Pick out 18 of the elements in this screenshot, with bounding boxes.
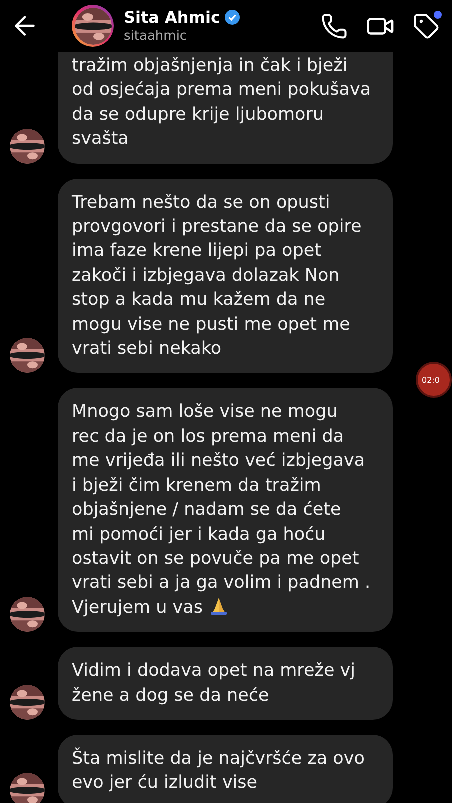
- recorder-badge[interactable]: 02:0: [416, 362, 452, 398]
- avatar: [10, 597, 45, 632]
- message-bubble: Trebam nešto da se on opusti provgovori i prestane da se opire ima faze krene lijepi pa opet zakoči i izbjegava dolazak Non stop a kada mu kažem da ne mogu vise ne pusti me opet me vrati sebi nekako: [58, 178, 393, 374]
- message-bubble: Vidim i dodava opet na mreže vj žene a dog se da neće: [58, 647, 393, 720]
- message-bubble: tražim objašnjenja in čak i bježi od osjećaja prema meni pokušava da se odupre krije ljubomoru svašta: [58, 52, 393, 164]
- avatar: [74, 8, 112, 44]
- tag-icon: [413, 12, 440, 40]
- message-bubble: Mnogo sam loše vise ne mogu rec da je on los prema meni da me vrijeđa ili nešto već izbjegava i bježi čim krenem da tražim objašnjene / nadam se da ćete mi pomoći jer i kada ga hoću ostavit on se povuče pa me opet vrati sebi a ja ga volim i padnem . Vjerujem u vas: [58, 388, 393, 632]
- avatar: [10, 128, 45, 164]
- contact-name: Sita Ahmic: [124, 8, 220, 27]
- profile-avatar[interactable]: [72, 5, 114, 47]
- avatar: [10, 684, 45, 720]
- username: sitaahmic: [124, 29, 188, 44]
- message-bubble: Šta mislite da je najčvršće za ovo evo jer ću izludit vise: [58, 734, 393, 803]
- avatar: [10, 772, 45, 803]
- phone-icon: [321, 12, 348, 40]
- recorder-time: 02:0: [422, 376, 440, 384]
- avatar: [10, 338, 45, 374]
